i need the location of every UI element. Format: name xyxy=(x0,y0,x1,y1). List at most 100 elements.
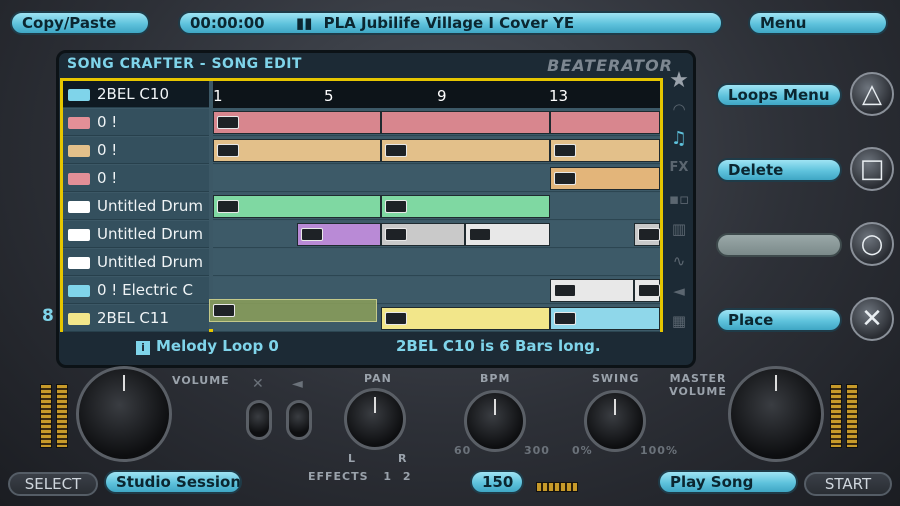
copy-paste-button[interactable]: Copy/Paste xyxy=(10,11,150,35)
keyboard-icon[interactable]: ▥ xyxy=(668,220,690,240)
loop-block[interactable] xyxy=(381,307,550,330)
track-row[interactable]: Untitled Drum xyxy=(63,249,660,277)
track-lane[interactable] xyxy=(213,109,660,136)
triangle-button[interactable]: △ xyxy=(850,72,894,116)
keyboard-loop-icon xyxy=(68,117,90,129)
loop-tag-icon xyxy=(301,228,323,241)
loop-tag-icon xyxy=(554,312,576,325)
loop-block[interactable] xyxy=(634,279,660,302)
effects-label: EFFECTS 1 2 xyxy=(308,470,412,483)
square-button[interactable]: □ xyxy=(850,147,894,191)
place-button[interactable]: Place xyxy=(716,308,842,332)
track-row[interactable]: 0 ! xyxy=(63,109,660,137)
track-row[interactable]: 0 ! xyxy=(63,165,660,193)
track-row[interactable]: 2BEL C10 1 5 9 13 xyxy=(63,81,660,109)
mute-icon: ✕ xyxy=(252,376,264,392)
swing-max-label: 100% xyxy=(640,444,678,457)
swing-min-label: 0% xyxy=(572,444,593,457)
master-volume-knob[interactable] xyxy=(728,366,824,462)
drum-pattern-icon[interactable]: ▪▫ xyxy=(668,190,690,210)
loop-block[interactable] xyxy=(213,139,381,162)
drum-loop-icon xyxy=(68,201,90,213)
track-name[interactable]: 2BEL C11 xyxy=(63,305,209,332)
loop-tag-icon xyxy=(638,284,660,297)
activity-led xyxy=(536,482,578,492)
select-button[interactable]: SELECT xyxy=(8,472,98,496)
drum-loop-icon xyxy=(68,257,90,269)
beaterator-window: Copy/Paste 00:00:00 ▮▮ PLA Jubilife Vill… xyxy=(0,0,900,506)
loops-menu-button[interactable]: Loops Menu xyxy=(716,83,842,107)
loop-block[interactable] xyxy=(297,223,381,246)
loop-block[interactable] xyxy=(213,195,381,218)
circle-button[interactable]: ○ xyxy=(850,222,894,266)
loop-block[interactable] xyxy=(550,307,660,330)
loop-type-status: i Melody Loop 0 xyxy=(136,337,279,355)
keyboard-loop-icon xyxy=(68,173,90,185)
loop-block[interactable] xyxy=(550,111,660,134)
track-name[interactable]: Untitled Drum xyxy=(63,249,209,276)
track-name[interactable]: 0 ! Electric C xyxy=(63,277,209,304)
track-lane[interactable] xyxy=(213,193,660,220)
left-level-meter xyxy=(40,384,52,448)
track-name[interactable]: 0 ! xyxy=(63,137,209,164)
pan-right-label: R xyxy=(398,452,408,465)
loop-block[interactable] xyxy=(381,111,550,134)
pan-knob[interactable] xyxy=(344,388,406,450)
loop-block[interactable] xyxy=(550,139,660,162)
loop-block[interactable] xyxy=(465,223,550,246)
info-icon: i xyxy=(136,341,150,355)
dragged-loop[interactable] xyxy=(209,299,377,322)
track-name[interactable]: 0 ! xyxy=(63,165,209,192)
track-lane[interactable] xyxy=(213,165,660,192)
star-icon[interactable]: ★ xyxy=(668,68,690,93)
loop-block[interactable] xyxy=(634,223,660,246)
music-note-icon[interactable]: ♫ xyxy=(668,128,690,149)
swing-knob[interactable] xyxy=(584,390,646,452)
track-row[interactable]: Untitled Drum xyxy=(63,221,660,249)
empty-action-slot xyxy=(716,233,842,257)
loop-block[interactable] xyxy=(381,223,465,246)
headphones-icon[interactable]: ◠ xyxy=(668,100,690,120)
track-row[interactable]: 2BEL C11 xyxy=(63,299,660,333)
menu-button[interactable]: Menu xyxy=(748,11,888,35)
track-lane[interactable] xyxy=(213,249,660,276)
track-name[interactable]: 2BEL C10 xyxy=(63,81,209,108)
loop-tag-icon xyxy=(217,144,239,157)
loop-block[interactable] xyxy=(550,167,660,190)
drum-loop-icon xyxy=(68,229,90,241)
speaker-icon[interactable]: ◄ xyxy=(668,282,690,302)
start-button[interactable]: START xyxy=(804,472,892,496)
wave-icon[interactable]: ∿ xyxy=(668,252,690,272)
track-name[interactable]: 0 ! xyxy=(63,109,209,136)
song-grid[interactable]: 2BEL C10 1 5 9 13 0 ! 0 ! 0 ! Untitled D… xyxy=(60,78,663,332)
cross-button[interactable]: ✕ xyxy=(850,297,894,341)
loop-block[interactable] xyxy=(381,195,550,218)
delete-button[interactable]: Delete xyxy=(716,158,842,182)
loop-tag-icon xyxy=(217,116,239,129)
grid-icon[interactable]: ▦ xyxy=(668,312,690,332)
track-lane[interactable] xyxy=(213,137,660,164)
loop-block[interactable] xyxy=(213,111,381,134)
bpm-knob[interactable] xyxy=(464,390,526,452)
effect-2-button[interactable] xyxy=(286,400,312,440)
loop-block[interactable] xyxy=(550,279,634,302)
keyboard-loop-icon xyxy=(68,145,90,157)
loop-tag-icon xyxy=(469,228,491,241)
track-lane[interactable] xyxy=(209,299,660,332)
pan-left-label: L xyxy=(348,452,357,465)
track-row[interactable]: Untitled Drum xyxy=(63,193,660,221)
loop-block[interactable] xyxy=(381,139,550,162)
loop-tag-icon xyxy=(554,172,576,185)
track-name[interactable]: Untitled Drum xyxy=(63,221,209,248)
track-name[interactable]: Untitled Drum xyxy=(63,193,209,220)
effect-1-button[interactable] xyxy=(246,400,272,440)
loop-tag-icon xyxy=(385,200,407,213)
studio-session-button[interactable]: Studio Session xyxy=(104,470,242,494)
volume-knob[interactable] xyxy=(76,366,172,462)
track-row[interactable]: 0 ! xyxy=(63,137,660,165)
loop-tag-icon xyxy=(638,228,660,241)
loop-tag-icon xyxy=(217,200,239,213)
track-lane[interactable] xyxy=(213,221,660,248)
play-song-button[interactable]: Play Song xyxy=(658,470,798,494)
fx-icon[interactable]: FX xyxy=(668,160,690,180)
